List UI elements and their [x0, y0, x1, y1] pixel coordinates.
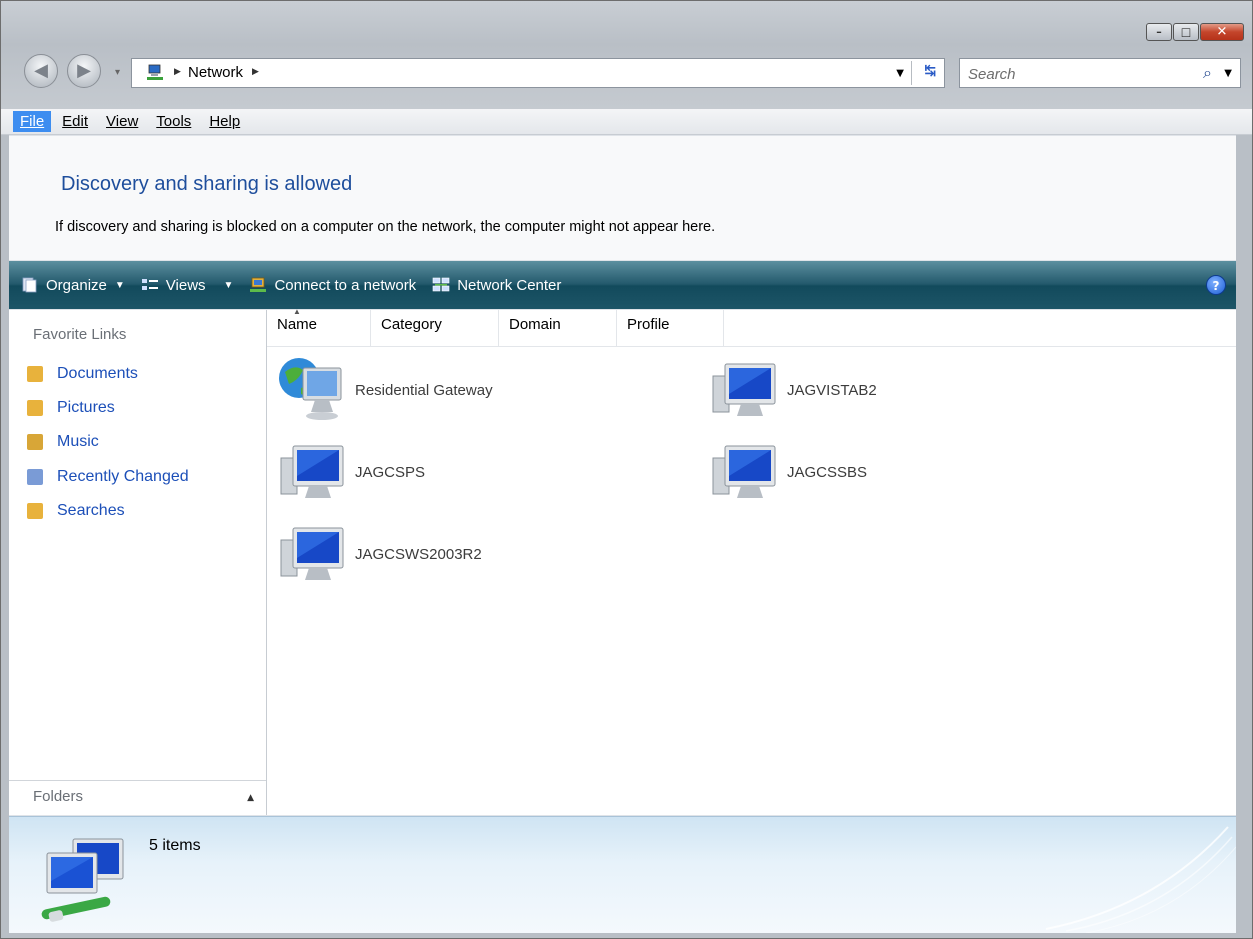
sort-ascending-icon: ▲ — [293, 307, 301, 316]
list-item[interactable]: JAGCSWS2003R2 — [277, 518, 482, 590]
folders-label: Folders — [33, 788, 84, 805]
column-header-name[interactable]: ▲ Name — [267, 307, 371, 346]
menu-help[interactable]: Help — [202, 111, 247, 132]
back-button[interactable]: ◀ — [24, 54, 58, 88]
menu-view[interactable]: View — [99, 111, 145, 132]
forward-arrow-icon: ▶ — [77, 60, 91, 81]
window-frame — [1, 1, 1252, 109]
recently-changed-folder-icon — [27, 469, 43, 485]
chevron-down-icon: ▼ — [223, 279, 234, 291]
searches-folder-icon — [27, 503, 43, 519]
chevron-up-icon: ▲ — [247, 793, 254, 803]
refresh-icon[interactable]: ↹ — [924, 63, 936, 79]
breadcrumb-network[interactable]: Network — [188, 64, 243, 81]
close-button[interactable]: ✕ — [1200, 23, 1244, 41]
nav-link-label: Pictures — [57, 399, 115, 416]
decorative-swoosh — [1045, 826, 1236, 933]
close-icon: ✕ — [1216, 24, 1228, 40]
address-dropdown-icon[interactable]: ▼ — [896, 68, 904, 79]
views-icon — [141, 279, 158, 290]
list-item[interactable]: JAGCSPS — [277, 436, 425, 508]
item-label: JAGVISTAB2 — [787, 381, 877, 399]
navigation-pane: Favorite Links Documents Pictures Music … — [9, 310, 267, 815]
nav-link-searches[interactable]: Searches — [27, 502, 125, 520]
organize-label: Organize — [46, 276, 107, 294]
column-header-profile[interactable]: Profile — [617, 310, 724, 346]
music-folder-icon — [27, 434, 43, 450]
organize-button[interactable]: Organize ▼ — [21, 277, 125, 294]
nav-link-label: Recently Changed — [57, 468, 189, 485]
computer-icon — [712, 363, 776, 416]
item-label: JAGCSPS — [355, 463, 426, 481]
organize-icon — [22, 277, 37, 293]
nav-link-label: Searches — [57, 502, 125, 519]
nav-link-label: Music — [57, 433, 99, 450]
chevron-down-icon: ▼ — [114, 279, 125, 291]
computer-icon — [712, 445, 776, 498]
minimize-button[interactable]: – — [1146, 23, 1172, 41]
explorer-window: – □ ✕ ◀ ▶ ▾ ▶ Network ▶ ▼ ↹ ⌕ ▼ File Edi… — [0, 0, 1253, 939]
window-frame-left — [1, 109, 9, 938]
favorite-links-heading: Favorite Links — [33, 326, 127, 343]
menu-file[interactable]: File — [13, 111, 52, 132]
column-header-domain[interactable]: Domain — [499, 310, 617, 346]
nav-link-documents[interactable]: Documents — [27, 365, 138, 383]
info-title: Discovery and sharing is allowed — [61, 173, 353, 195]
network-center-button[interactable]: Network Center — [432, 277, 561, 294]
connect-to-network-button[interactable]: Connect to a network — [249, 277, 416, 294]
menu-tools[interactable]: Tools — [149, 111, 198, 132]
search-input[interactable] — [966, 63, 1170, 85]
help-button[interactable]: ? — [1206, 275, 1226, 295]
file-list: ▲ Name Category Domain Profile Residenti… — [267, 307, 1236, 815]
maximize-button[interactable]: □ — [1173, 23, 1199, 41]
column-header-category[interactable]: Category — [371, 310, 499, 346]
nav-link-pictures[interactable]: Pictures — [27, 399, 115, 417]
folders-toggle[interactable]: Folders ▲ — [9, 780, 266, 815]
network-icon — [41, 838, 124, 922]
search-icon[interactable]: ⌕ — [1203, 63, 1212, 83]
network-location-icon — [147, 64, 163, 80]
nav-link-label: Documents — [57, 365, 138, 382]
breadcrumb-separator-icon[interactable]: ▶ — [174, 67, 181, 77]
window-frame-right — [1236, 109, 1252, 938]
minimize-icon: – — [1156, 25, 1162, 39]
connect-label: Connect to a network — [274, 276, 417, 294]
column-headers: ▲ Name Category Domain Profile — [267, 307, 1236, 347]
list-item[interactable]: JAGVISTAB2 — [709, 354, 877, 426]
network-center-icon — [432, 277, 450, 292]
details-pane: 5 items — [9, 816, 1236, 933]
command-bar: Organize ▼ Views ▼ Connect to a network — [9, 261, 1236, 309]
item-label: JAGCSWS2003R2 — [355, 545, 482, 563]
gateway-icon — [279, 358, 342, 420]
network-center-label: Network Center — [457, 276, 562, 294]
forward-button[interactable]: ▶ — [67, 54, 101, 88]
search-box: ⌕ ▼ — [959, 58, 1241, 88]
nav-link-music[interactable]: Music — [27, 433, 99, 451]
documents-folder-icon — [27, 366, 43, 382]
computer-icon — [280, 445, 344, 498]
info-text: If discovery and sharing is blocked on a… — [55, 219, 716, 235]
item-label: JAGCSSBS — [787, 463, 868, 481]
item-count: 5 items — [149, 837, 201, 854]
item-label: Residential Gateway — [355, 381, 493, 399]
maximize-icon: □ — [1180, 25, 1192, 39]
computer-icon — [280, 527, 344, 580]
menu-bar: File Edit View Tools Help — [1, 109, 1252, 135]
list-item[interactable]: Residential Gateway — [277, 354, 493, 426]
connect-network-icon — [250, 277, 267, 292]
pictures-folder-icon — [27, 400, 43, 416]
history-dropdown-icon[interactable]: ▾ — [115, 67, 120, 78]
list-item[interactable]: JAGCSSBS — [709, 436, 867, 508]
breadcrumb-separator-icon[interactable]: ▶ — [252, 67, 259, 77]
nav-link-recently-changed[interactable]: Recently Changed — [27, 468, 189, 486]
address-bar[interactable]: ▶ Network ▶ ▼ ↹ — [131, 58, 945, 88]
views-button[interactable]: Views ▼ — [141, 276, 234, 294]
address-divider — [911, 61, 912, 85]
back-arrow-icon: ◀ — [34, 60, 48, 81]
search-dropdown-icon[interactable]: ▼ — [1224, 68, 1232, 79]
menu-edit[interactable]: Edit — [55, 111, 95, 132]
info-pane: Discovery and sharing is allowed If disc… — [9, 136, 1236, 260]
window-controls: – □ ✕ — [1146, 23, 1244, 41]
views-label: Views — [165, 276, 206, 294]
